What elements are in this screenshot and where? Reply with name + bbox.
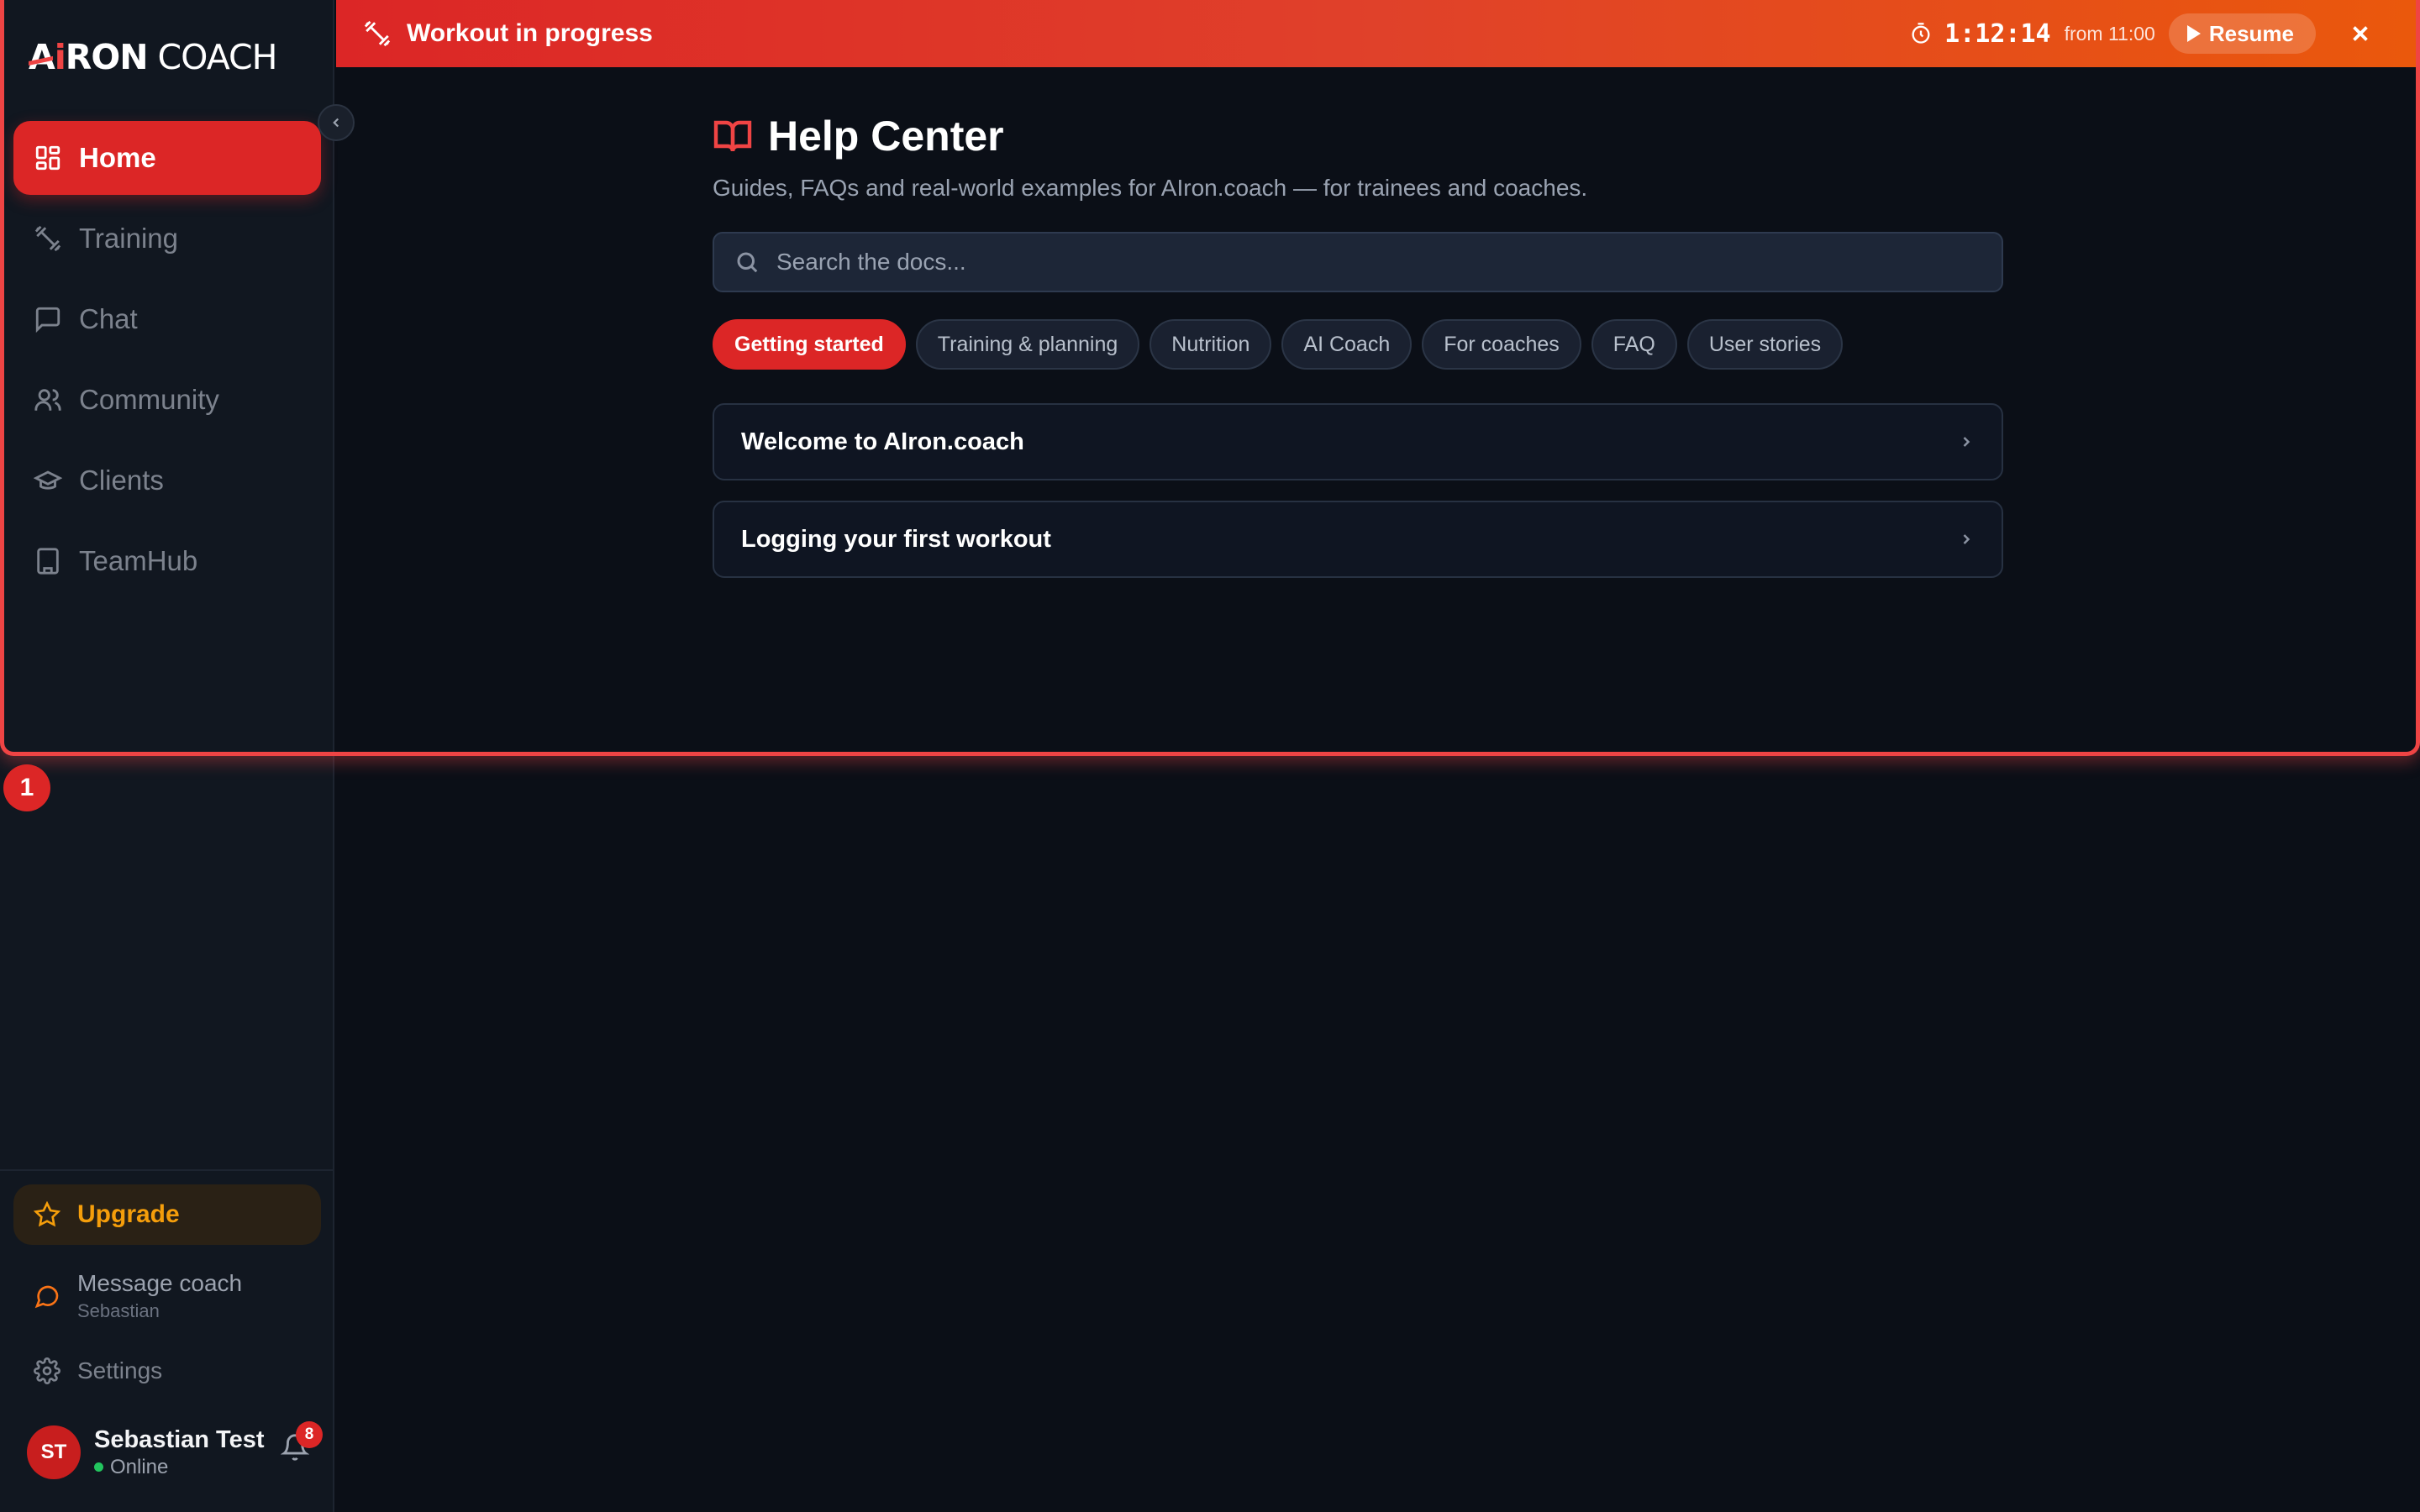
- logo-coach: COACH: [157, 37, 278, 77]
- page-title: Help Center: [713, 109, 2003, 163]
- article-list: Welcome to AIron.coach Logging your firs…: [713, 403, 2003, 578]
- logo-letter-a: A: [29, 37, 55, 77]
- tab-ai-coach[interactable]: AI Coach: [1281, 319, 1413, 370]
- app-logo[interactable]: Ai RON COACH: [29, 37, 278, 77]
- chevron-right-icon: [1963, 534, 1970, 544]
- resume-label: Resume: [2208, 20, 2294, 46]
- close-banner-button[interactable]: [2348, 21, 2373, 46]
- help-center: Help Center Guides, FAQs and real-world …: [713, 109, 2003, 598]
- avatar[interactable]: ST: [27, 1425, 81, 1479]
- notifications-button[interactable]: 8: [280, 1421, 323, 1467]
- tab-getting-started[interactable]: Getting started: [713, 319, 906, 370]
- chat-icon: [35, 307, 60, 333]
- upgrade-button[interactable]: Upgrade: [13, 1184, 321, 1245]
- list-item[interactable]: Logging your first workout: [713, 501, 2003, 578]
- chevron-left-icon: [333, 118, 339, 128]
- tab-for-coaches[interactable]: For coaches: [1422, 319, 1581, 370]
- sidebar-item-label: Community: [79, 384, 219, 415]
- sidebar-item-label: Home: [79, 142, 156, 173]
- user-name: Sebastian Test: [94, 1425, 265, 1453]
- category-tabs: Getting started Training & planning Nutr…: [713, 319, 2003, 370]
- workout-timer: 1:12:14: [1944, 18, 2051, 49]
- sidebar-item-home[interactable]: Home: [13, 121, 321, 195]
- sidebar-item-label: Clients: [79, 465, 164, 496]
- workout-banner-title: Workout in progress: [407, 19, 653, 47]
- tab-nutrition[interactable]: Nutrition: [1150, 319, 1272, 370]
- online-dot-icon: [94, 1462, 103, 1472]
- sidebar-item-clients[interactable]: Clients: [13, 444, 321, 517]
- workout-start-time: from 11:00: [2064, 22, 2155, 45]
- gear-icon: [34, 1357, 60, 1384]
- sidebar-item-chat[interactable]: Chat: [13, 282, 321, 356]
- sidebar-item-community[interactable]: Community: [13, 363, 321, 437]
- main-nav: Home Training Chat Community Clients Tea…: [13, 121, 321, 605]
- sidebar-footer: Upgrade Message coach Sebastian Settings…: [0, 1169, 334, 1479]
- sidebar-item-label: Chat: [79, 303, 138, 334]
- settings-button[interactable]: Settings: [34, 1357, 162, 1384]
- user-status: Online: [94, 1456, 265, 1479]
- settings-label: Settings: [77, 1357, 163, 1383]
- workout-timer-group: 1:12:14 from 11:00 Resume: [1909, 0, 2373, 67]
- message-circle-icon: [34, 1285, 59, 1309]
- collapse-sidebar-button[interactable]: [318, 104, 355, 141]
- star-icon: [34, 1201, 60, 1227]
- coach-name: Sebastian: [77, 1300, 160, 1321]
- resume-button[interactable]: Resume: [2168, 13, 2316, 54]
- list-item[interactable]: Welcome to AIron.coach: [713, 403, 2003, 480]
- user-status-label: Online: [110, 1455, 169, 1478]
- dumbbell-icon: [364, 20, 391, 47]
- message-coach-button[interactable]: Message coach Sebastian: [34, 1270, 242, 1322]
- sidebar-item-teamhub[interactable]: TeamHub: [13, 524, 321, 598]
- close-icon: [2353, 26, 2368, 41]
- logo-letter-i: i: [54, 37, 66, 77]
- page-title-text: Help Center: [768, 113, 1004, 160]
- tab-training-planning[interactable]: Training & planning: [915, 319, 1140, 370]
- search-icon: [737, 252, 758, 273]
- user-profile[interactable]: ST Sebastian Test Online 8: [27, 1421, 323, 1482]
- upgrade-label: Upgrade: [77, 1200, 180, 1228]
- logo-ron: RON: [65, 37, 149, 77]
- article-title: Welcome to AIron.coach: [741, 428, 1024, 455]
- sidebar-item-label: TeamHub: [79, 545, 198, 576]
- step-badge: 1: [3, 764, 50, 811]
- sidebar-item-label: Training: [79, 223, 178, 254]
- building-icon: [37, 548, 59, 575]
- chevron-right-icon: [1963, 437, 1970, 447]
- article-title: Logging your first workout: [741, 525, 1051, 553]
- notification-badge: 8: [296, 1421, 323, 1448]
- users-icon: [34, 389, 61, 411]
- dumbbell-icon: [34, 225, 61, 252]
- workout-banner[interactable]: Workout in progress 1:12:14 from 11:00 R…: [336, 0, 2420, 67]
- grid-icon: [35, 145, 60, 171]
- message-coach-label: Message coach: [77, 1270, 243, 1296]
- search-box[interactable]: [713, 232, 2003, 292]
- stopwatch-icon: [1912, 23, 1930, 44]
- sidebar-item-training[interactable]: Training: [13, 202, 321, 276]
- tab-faq[interactable]: FAQ: [1591, 319, 1677, 370]
- play-icon: [2186, 25, 2201, 42]
- page-subtitle: Guides, FAQs and real-world examples for…: [713, 175, 1588, 201]
- sidebar: Ai RON COACH Home Training Chat Community …: [0, 0, 334, 1512]
- tab-user-stories[interactable]: User stories: [1686, 319, 1844, 370]
- book-open-icon: [713, 120, 752, 152]
- search-input[interactable]: [776, 249, 1953, 276]
- graduation-cap-icon: [34, 470, 62, 490]
